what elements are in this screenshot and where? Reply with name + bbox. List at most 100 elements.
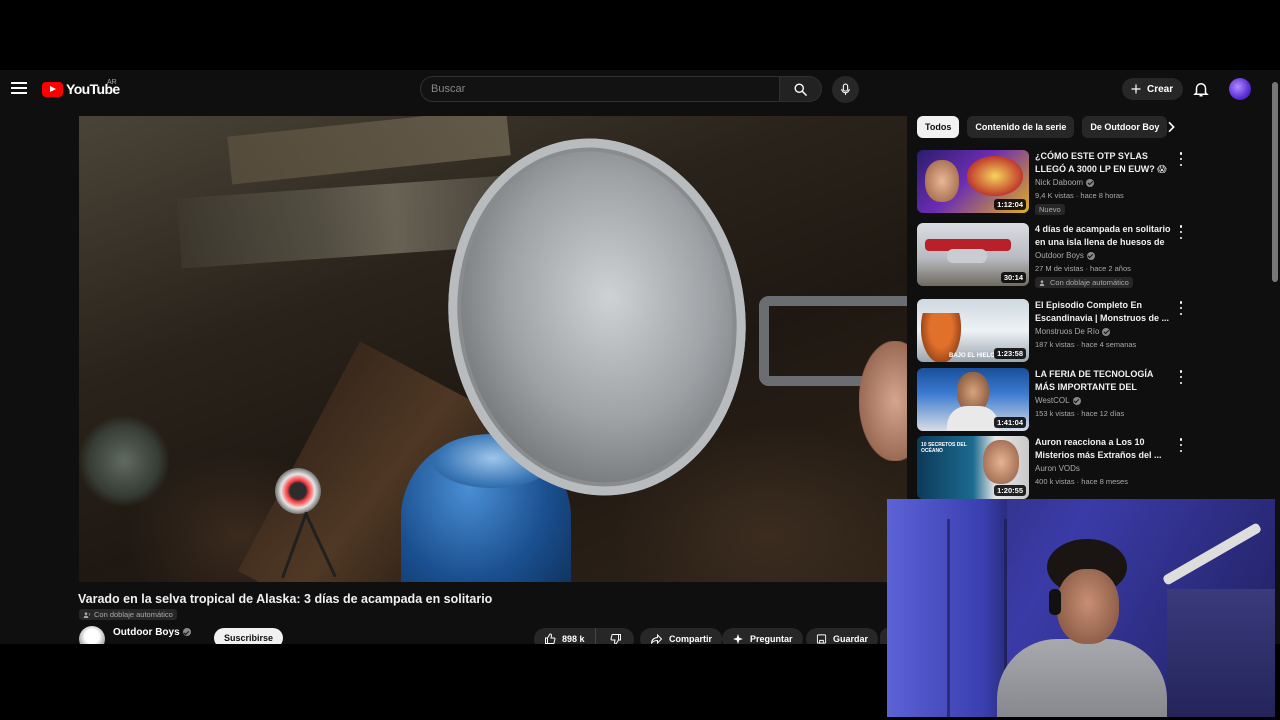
- more-options-icon[interactable]: [1177, 370, 1185, 384]
- recommendation-item[interactable]: 1:41:04 LA FERIA DE TECNOLOGÍA MÁS IMPOR…: [917, 368, 1187, 432]
- scrollbar-thumb[interactable]: [1272, 82, 1278, 282]
- more-options-icon[interactable]: [1177, 225, 1185, 239]
- video-duration: 1:41:04: [994, 417, 1026, 428]
- webcam-mic-arm: [1161, 522, 1263, 586]
- recommendation-title[interactable]: El Episodio Completo En Escandinavia | M…: [1035, 299, 1173, 325]
- country-code: AR: [107, 79, 117, 86]
- share-label: Compartir: [669, 634, 713, 644]
- account-avatar[interactable]: [1229, 78, 1251, 100]
- more-options-icon[interactable]: [1177, 438, 1185, 452]
- video-title: Varado en la selva tropical de Alaska: 3…: [78, 592, 493, 606]
- notifications-bell-icon[interactable]: [1192, 80, 1210, 98]
- like-button[interactable]: 898 k: [534, 628, 596, 644]
- like-count: 898 k: [562, 634, 585, 644]
- video-frame-stove: [275, 468, 321, 514]
- video-thumbnail[interactable]: 1:41:04: [917, 368, 1029, 431]
- verified-check-icon: [1072, 396, 1081, 405]
- recommendation-item[interactable]: 10 SECRETOS DEL OCÉANO 1:20:55 Auron rea…: [917, 436, 1187, 500]
- channel-avatar[interactable]: [79, 626, 105, 644]
- recommendation-title[interactable]: ¿CÓMO ESTE OTP SYLAS LLEGÓ A 3000 LP EN …: [1035, 150, 1173, 176]
- plus-icon: [1131, 84, 1141, 94]
- thumbnail-face: [983, 440, 1019, 484]
- save-label: Guardar: [833, 634, 869, 644]
- dubbing-icon: [1039, 279, 1045, 286]
- verified-check-icon: [1086, 178, 1095, 187]
- chip-series[interactable]: Contenido de la serie: [967, 116, 1075, 138]
- share-arrow-icon: [651, 633, 663, 644]
- auto-dub-label: Con doblaje automático: [94, 610, 173, 619]
- dubbing-icon: [83, 611, 90, 618]
- channel-name-row[interactable]: Outdoor Boys: [113, 627, 191, 638]
- recommendation-item[interactable]: BAJO EL HIELO 1:23:58 El Episodio Comple…: [917, 299, 1187, 363]
- recommendation-channel[interactable]: Nick Daboom: [1035, 178, 1095, 187]
- thumbnail-face: [925, 160, 959, 202]
- video-duration: 30:14: [1000, 272, 1026, 283]
- more-options-icon[interactable]: [1177, 301, 1185, 315]
- new-badge: Nuevo: [1035, 204, 1065, 215]
- recommendation-meta: 9,4 K vistas · hace 8 horas: [1035, 191, 1124, 200]
- thumbs-up-icon: [545, 633, 556, 644]
- voice-search-button[interactable]: [832, 76, 859, 103]
- recommendation-channel-name[interactable]: Auron VODs: [1035, 464, 1080, 473]
- recommendation-title[interactable]: Auron reacciona a Los 10 Misterios más E…: [1035, 436, 1173, 462]
- recommendation-chips: Todos Contenido de la serie De Outdoor B…: [917, 116, 1168, 138]
- sparkle-icon: [733, 634, 743, 644]
- recommendation-title[interactable]: 4 días de acampada en solitario en una i…: [1035, 223, 1173, 249]
- share-button[interactable]: Compartir: [640, 628, 723, 644]
- recommendation-meta: 187 k vistas · hace 4 semanas: [1035, 340, 1137, 349]
- recommendation-item[interactable]: 1:12:04 ¿CÓMO ESTE OTP SYLAS LLEGÓ A 300…: [917, 150, 1187, 215]
- channel-name[interactable]: Outdoor Boys: [113, 627, 180, 638]
- recommendation-channel-name[interactable]: WestCOL: [1035, 396, 1070, 405]
- search-input[interactable]: [431, 77, 779, 101]
- subscribe-button[interactable]: Suscribirse: [214, 628, 284, 644]
- ask-label: Preguntar: [750, 634, 793, 644]
- video-frame-foliage: [79, 416, 169, 506]
- search-button[interactable]: [780, 76, 822, 102]
- verified-check-icon: [1102, 327, 1111, 336]
- thumbnail-airplane-body: [947, 249, 987, 263]
- create-button[interactable]: Crear: [1122, 78, 1184, 100]
- recommendation-meta: 400 k vistas · hace 8 meses: [1035, 477, 1128, 486]
- recommendation-item[interactable]: 30:14 4 días de acampada en solitario en…: [917, 223, 1187, 288]
- recommendation-channel-name[interactable]: Nick Daboom: [1035, 178, 1083, 187]
- recommendation-channel-name[interactable]: Outdoor Boys: [1035, 251, 1084, 260]
- video-player[interactable]: [79, 116, 907, 582]
- recommendation-channel-name[interactable]: Monstruos De Río: [1035, 327, 1099, 336]
- auto-dub-label: Con doblaje automático: [1050, 278, 1129, 287]
- thumbnail-caption: 10 SECRETOS DEL OCÉANO: [921, 442, 967, 454]
- recommendation-channel[interactable]: Auron VODs: [1035, 464, 1080, 473]
- top-bar: YouTube AR Crear: [0, 70, 1280, 108]
- webcam-streamer-hoodie: [997, 639, 1167, 717]
- video-thumbnail[interactable]: 30:14: [917, 223, 1029, 286]
- recommendation-meta: 27 M de vistas · hace 2 años: [1035, 264, 1131, 273]
- auto-dub-badge: Con doblaje automático: [1035, 277, 1133, 288]
- hamburger-menu-icon[interactable]: [10, 79, 28, 97]
- dislike-button[interactable]: [602, 628, 630, 644]
- video-duration: 1:23:58: [994, 348, 1026, 359]
- video-frame-hand: [859, 341, 907, 461]
- verified-check-icon: [182, 628, 191, 637]
- thumbnail-figure: [967, 156, 1023, 196]
- recommendation-meta: 153 k vistas · hace 12 días: [1035, 409, 1125, 418]
- video-thumbnail[interactable]: BAJO EL HIELO 1:23:58: [917, 299, 1029, 362]
- microphone-icon: [841, 83, 850, 95]
- video-thumbnail[interactable]: 10 SECRETOS DEL OCÉANO 1:20:55: [917, 436, 1029, 499]
- headphones-icon: [1049, 589, 1061, 615]
- thumbnail-caption: BAJO EL HIELO: [949, 353, 995, 359]
- webcam-streamer-face: [1057, 569, 1119, 644]
- more-options-icon[interactable]: [1177, 152, 1185, 166]
- recommendation-channel[interactable]: WestCOL: [1035, 396, 1081, 405]
- chip-from-channel[interactable]: De Outdoor Boy: [1082, 116, 1168, 138]
- recommendation-channel[interactable]: Outdoor Boys: [1035, 251, 1095, 260]
- create-label: Crear: [1147, 83, 1174, 95]
- ask-button[interactable]: Preguntar: [722, 628, 803, 644]
- recommendation-title[interactable]: LA FERIA DE TECNOLOGÍA MÁS IMPORTANTE DE…: [1035, 368, 1173, 394]
- webcam-streamer: [997, 539, 1167, 717]
- save-button[interactable]: Guardar: [806, 628, 879, 644]
- chip-all[interactable]: Todos: [917, 116, 960, 138]
- video-thumbnail[interactable]: 1:12:04: [917, 150, 1029, 213]
- chevron-right-icon[interactable]: [1163, 119, 1179, 135]
- verified-check-icon: [1086, 251, 1095, 260]
- recommendation-channel[interactable]: Monstruos De Río: [1035, 327, 1111, 336]
- thumbs-down-icon: [610, 634, 621, 644]
